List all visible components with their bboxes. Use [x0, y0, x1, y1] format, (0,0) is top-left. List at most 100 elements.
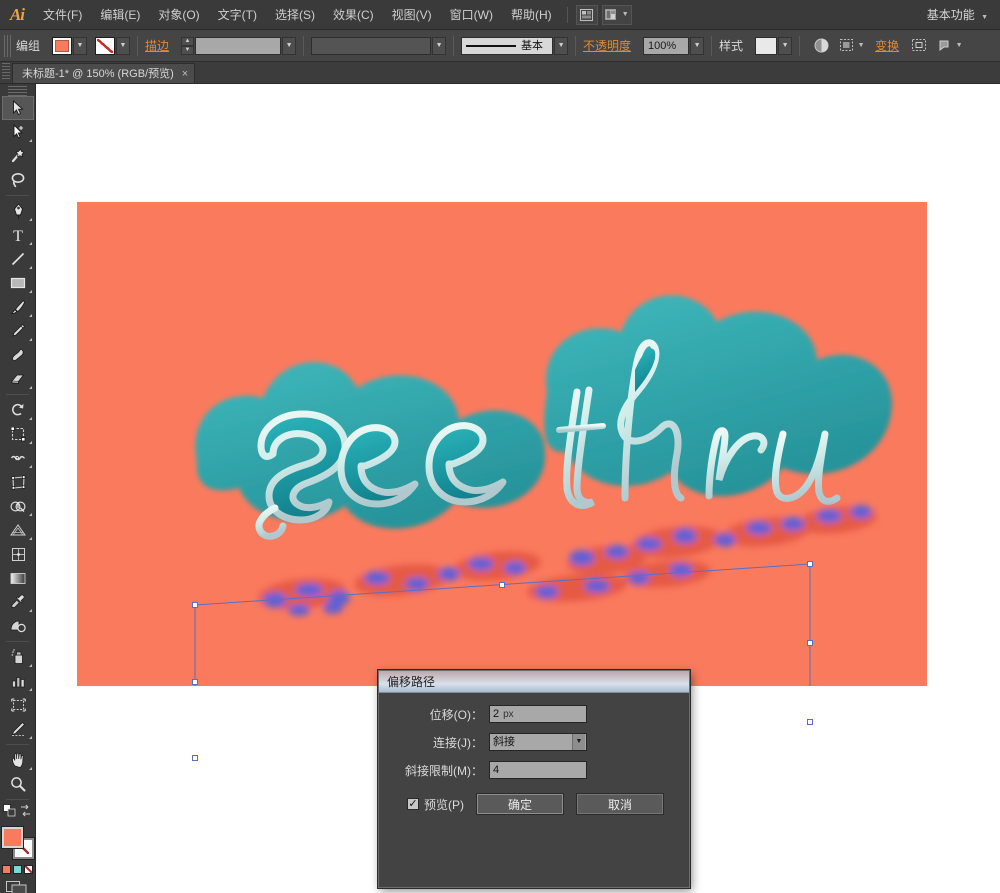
- transform-label[interactable]: 变换: [875, 37, 899, 54]
- opacity-label[interactable]: 不透明度: [583, 37, 631, 54]
- selection-handle[interactable]: [807, 561, 813, 567]
- brush-definition-select[interactable]: 基本: [461, 36, 554, 55]
- menu-help[interactable]: 帮助(H): [502, 0, 561, 30]
- artboard[interactable]: [77, 202, 927, 761]
- color-button[interactable]: [2, 865, 11, 874]
- isolate-icon[interactable]: [908, 36, 930, 56]
- menu-object[interactable]: 对象(O): [149, 0, 208, 30]
- selection-handle[interactable]: [807, 719, 813, 725]
- menu-file[interactable]: 文件(F): [34, 0, 91, 30]
- flyout-icon[interactable]: ▼: [936, 36, 964, 56]
- artboard-tool[interactable]: [2, 693, 34, 717]
- gradient-button[interactable]: [13, 865, 22, 874]
- line-segment-tool[interactable]: [2, 247, 34, 271]
- stroke-weight-dropdown[interactable]: ▼: [282, 36, 297, 55]
- menu-select[interactable]: 选择(S): [266, 0, 324, 30]
- menu-window[interactable]: 窗口(W): [441, 0, 502, 30]
- magic-wand-tool[interactable]: [2, 144, 34, 168]
- eyedropper-tool[interactable]: [2, 590, 34, 614]
- zoom-tool[interactable]: [2, 772, 34, 796]
- pencil-tool[interactable]: [2, 319, 34, 343]
- menu-type[interactable]: 文字(T): [209, 0, 266, 30]
- tab-bar-grip[interactable]: [2, 63, 10, 81]
- none-button[interactable]: [24, 865, 33, 874]
- free-transform-tool[interactable]: [2, 470, 34, 494]
- selection-tool[interactable]: [2, 96, 34, 120]
- miter-limit-input[interactable]: 4: [489, 761, 587, 779]
- selection-handle[interactable]: [807, 640, 813, 646]
- rotate-tool[interactable]: [2, 398, 34, 422]
- symbol-sprayer-tool[interactable]: [2, 645, 34, 669]
- fill-indicator-swatch[interactable]: [0, 826, 24, 849]
- fill-stroke-indicator[interactable]: [0, 826, 35, 860]
- slice-tool[interactable]: [2, 717, 34, 741]
- column-graph-tool[interactable]: [2, 669, 34, 693]
- menu-effect[interactable]: 效果(C): [324, 0, 383, 30]
- blob-brush-tool[interactable]: [2, 343, 34, 367]
- offset-input[interactable]: 2 px: [489, 705, 587, 723]
- fill-dropdown-button[interactable]: ▼: [73, 36, 88, 55]
- preview-checkbox[interactable]: ✓: [407, 798, 419, 810]
- graphic-style-swatch[interactable]: [755, 36, 778, 55]
- opacity-mask-icon[interactable]: [810, 36, 832, 56]
- control-bar-grip[interactable]: [4, 34, 12, 57]
- bridge-icon[interactable]: [575, 4, 598, 25]
- selection-handle[interactable]: [499, 582, 505, 588]
- artwork-reflection: [258, 505, 877, 616]
- lasso-tool[interactable]: [2, 168, 34, 192]
- ok-button[interactable]: 确定: [476, 793, 564, 815]
- workspace-switcher[interactable]: 基本功能 ▼: [919, 4, 996, 26]
- mesh-tool[interactable]: [2, 542, 34, 566]
- default-fill-stroke-icon[interactable]: [3, 804, 16, 820]
- tools-panel-grip[interactable]: [8, 86, 27, 96]
- stroke-dropdown-button[interactable]: ▼: [116, 36, 131, 55]
- rectangle-tool[interactable]: [2, 271, 34, 295]
- align-icon[interactable]: ▼: [838, 36, 866, 56]
- menu-edit[interactable]: 编辑(E): [91, 0, 149, 30]
- profile-dropdown[interactable]: ▼: [432, 36, 447, 55]
- arrange-documents-icon[interactable]: ▼: [601, 4, 632, 25]
- selection-handle[interactable]: [192, 679, 198, 685]
- swap-fill-stroke-icon[interactable]: [19, 804, 32, 820]
- preview-checkbox-group[interactable]: ✓ 预览(P): [407, 796, 464, 813]
- menu-view[interactable]: 视图(V): [383, 0, 441, 30]
- brush-dropdown[interactable]: ▼: [554, 36, 569, 55]
- type-tool[interactable]: T: [2, 223, 34, 247]
- shape-builder-tool[interactable]: [2, 494, 34, 518]
- workspace-label: 基本功能: [926, 7, 975, 22]
- opacity-input[interactable]: 100%: [643, 36, 690, 55]
- scale-tool[interactable]: [2, 422, 34, 446]
- variable-width-profile-select[interactable]: [311, 36, 432, 55]
- control-divider: [799, 35, 801, 56]
- stroke-swatch-group[interactable]: ▼: [95, 36, 131, 55]
- direct-selection-tool[interactable]: [2, 120, 34, 144]
- dialog-title-bar[interactable]: 偏移路径: [379, 671, 689, 693]
- screen-mode-icon[interactable]: [5, 881, 30, 893]
- stroke-color-swatch[interactable]: [95, 36, 116, 55]
- opacity-dropdown[interactable]: ▼: [690, 36, 705, 55]
- cancel-button[interactable]: 取消: [576, 793, 664, 815]
- pen-tool[interactable]: [2, 199, 34, 223]
- offset-path-dialog[interactable]: 偏移路径 位移(O)： 2px 连接(J)： 斜接 ▼ 斜接限制(M)： 4: [378, 670, 690, 888]
- eraser-tool[interactable]: [2, 367, 34, 391]
- fill-swatch-group[interactable]: ▼: [52, 36, 88, 55]
- width-tool[interactable]: [2, 446, 34, 470]
- paintbrush-tool[interactable]: [2, 295, 34, 319]
- stroke-weight-stepper[interactable]: ▲ ▼: [181, 36, 195, 55]
- hand-tool[interactable]: [2, 748, 34, 772]
- fill-color-swatch[interactable]: [52, 36, 73, 55]
- joins-label: 连接(J)：: [433, 735, 483, 750]
- selection-handle[interactable]: [192, 755, 198, 761]
- style-dropdown[interactable]: ▼: [778, 36, 793, 55]
- gradient-tool[interactable]: [2, 566, 34, 590]
- selection-handle[interactable]: [192, 602, 198, 608]
- artwork-see-thru[interactable]: [77, 202, 927, 686]
- perspective-grid-tool[interactable]: [2, 518, 34, 542]
- stroke-weight-input[interactable]: [195, 36, 282, 55]
- joins-select[interactable]: 斜接 ▼: [489, 733, 587, 751]
- close-icon[interactable]: ×: [182, 64, 188, 84]
- stroke-weight-label[interactable]: 描边: [145, 37, 169, 54]
- document-tab[interactable]: 未标题-1* @ 150% (RGB/预览) ×: [12, 63, 196, 84]
- blend-tool[interactable]: [2, 614, 34, 638]
- chevron-down-icon[interactable]: ▼: [572, 734, 585, 750]
